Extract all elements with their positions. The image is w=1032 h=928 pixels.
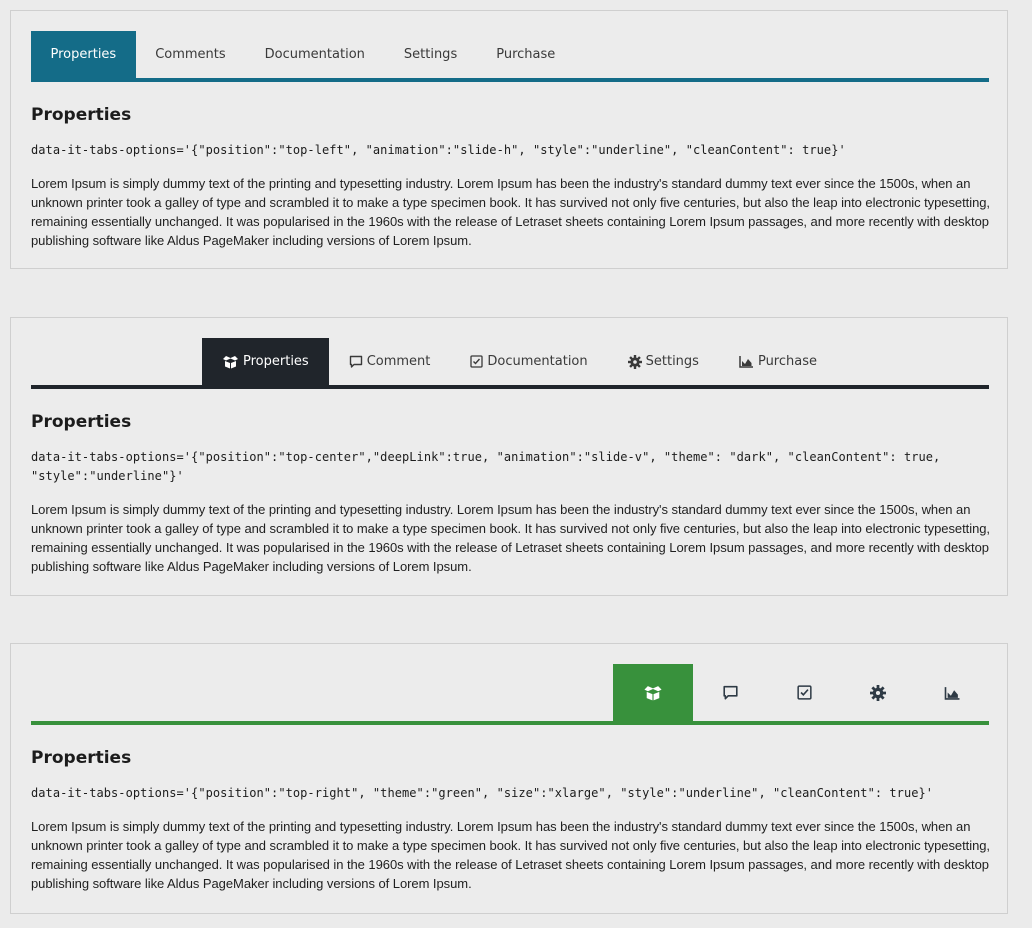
tab-label: Documentation	[487, 354, 588, 369]
tab-content: Properties data-it-tabs-options='{"posit…	[31, 105, 991, 249]
tabs-panel-top-center: Properties Comment Documentation Setting…	[10, 317, 1008, 596]
tab-properties[interactable]	[613, 664, 693, 721]
tab-comment[interactable]	[693, 664, 767, 721]
options-code: data-it-tabs-options='{"position":"top-c…	[31, 450, 941, 483]
tab-content: Properties data-it-tabs-options='{"posit…	[31, 412, 991, 576]
content-paragraph: Lorem Ipsum is simply dummy text of the …	[31, 502, 990, 574]
tab-properties[interactable]: Properties	[202, 338, 329, 385]
tab-bar	[31, 664, 989, 725]
tab-documentation[interactable]: Documentation	[450, 338, 607, 385]
box-open-icon	[643, 685, 663, 701]
area-chart-icon	[944, 686, 961, 700]
tab-documentation[interactable]	[767, 664, 841, 721]
tab-label: Settings	[645, 354, 699, 369]
content-heading: Properties	[31, 412, 132, 432]
tab-purchase[interactable]: Purchase	[719, 338, 837, 385]
tab-comment[interactable]: Comment	[329, 338, 451, 385]
check-square-icon	[470, 355, 484, 368]
tab-label: Comment	[366, 354, 431, 369]
content-paragraph: Lorem Ipsum is simply dummy text of the …	[31, 819, 990, 891]
comment-icon	[349, 355, 363, 369]
tab-bar: Properties Comment Documentation Setting…	[31, 338, 989, 389]
tab-comments[interactable]: Comments	[136, 31, 245, 78]
tab-label: Documentation	[264, 47, 365, 62]
content-heading: Properties	[31, 748, 132, 768]
tab-documentation[interactable]: Documentation	[245, 31, 384, 78]
tab-settings[interactable]: Settings	[608, 338, 719, 385]
tab-content: Properties data-it-tabs-options='{"posit…	[31, 748, 991, 892]
tab-settings[interactable]: Settings	[384, 31, 476, 78]
area-chart-icon	[739, 355, 754, 368]
options-code: data-it-tabs-options='{"position":"top-l…	[31, 143, 846, 157]
tab-settings[interactable]	[841, 664, 915, 721]
box-open-icon	[222, 355, 239, 369]
tab-label: Comments	[155, 47, 226, 62]
tab-label: Purchase	[496, 47, 556, 62]
tab-properties[interactable]: Properties	[31, 31, 136, 78]
tab-label: Properties	[50, 47, 117, 62]
tab-bar: Properties Comments Documentation Settin…	[31, 31, 989, 82]
tab-label: Settings	[403, 47, 458, 62]
tab-purchase[interactable]	[915, 664, 989, 721]
tab-label: Purchase	[757, 354, 817, 369]
gear-icon	[627, 354, 642, 369]
content-heading: Properties	[31, 105, 132, 125]
comment-icon	[722, 685, 739, 701]
gear-icon	[870, 684, 886, 701]
options-code: data-it-tabs-options='{"position":"top-r…	[31, 786, 934, 800]
tabs-panel-top-left: Properties Comments Documentation Settin…	[10, 10, 1008, 269]
check-square-icon	[796, 685, 812, 700]
tab-purchase[interactable]: Purchase	[477, 31, 575, 78]
tab-label: Properties	[243, 354, 309, 369]
content-paragraph: Lorem Ipsum is simply dummy text of the …	[31, 176, 990, 248]
tabs-panel-top-right: Properties data-it-tabs-options='{"posit…	[10, 643, 1008, 914]
